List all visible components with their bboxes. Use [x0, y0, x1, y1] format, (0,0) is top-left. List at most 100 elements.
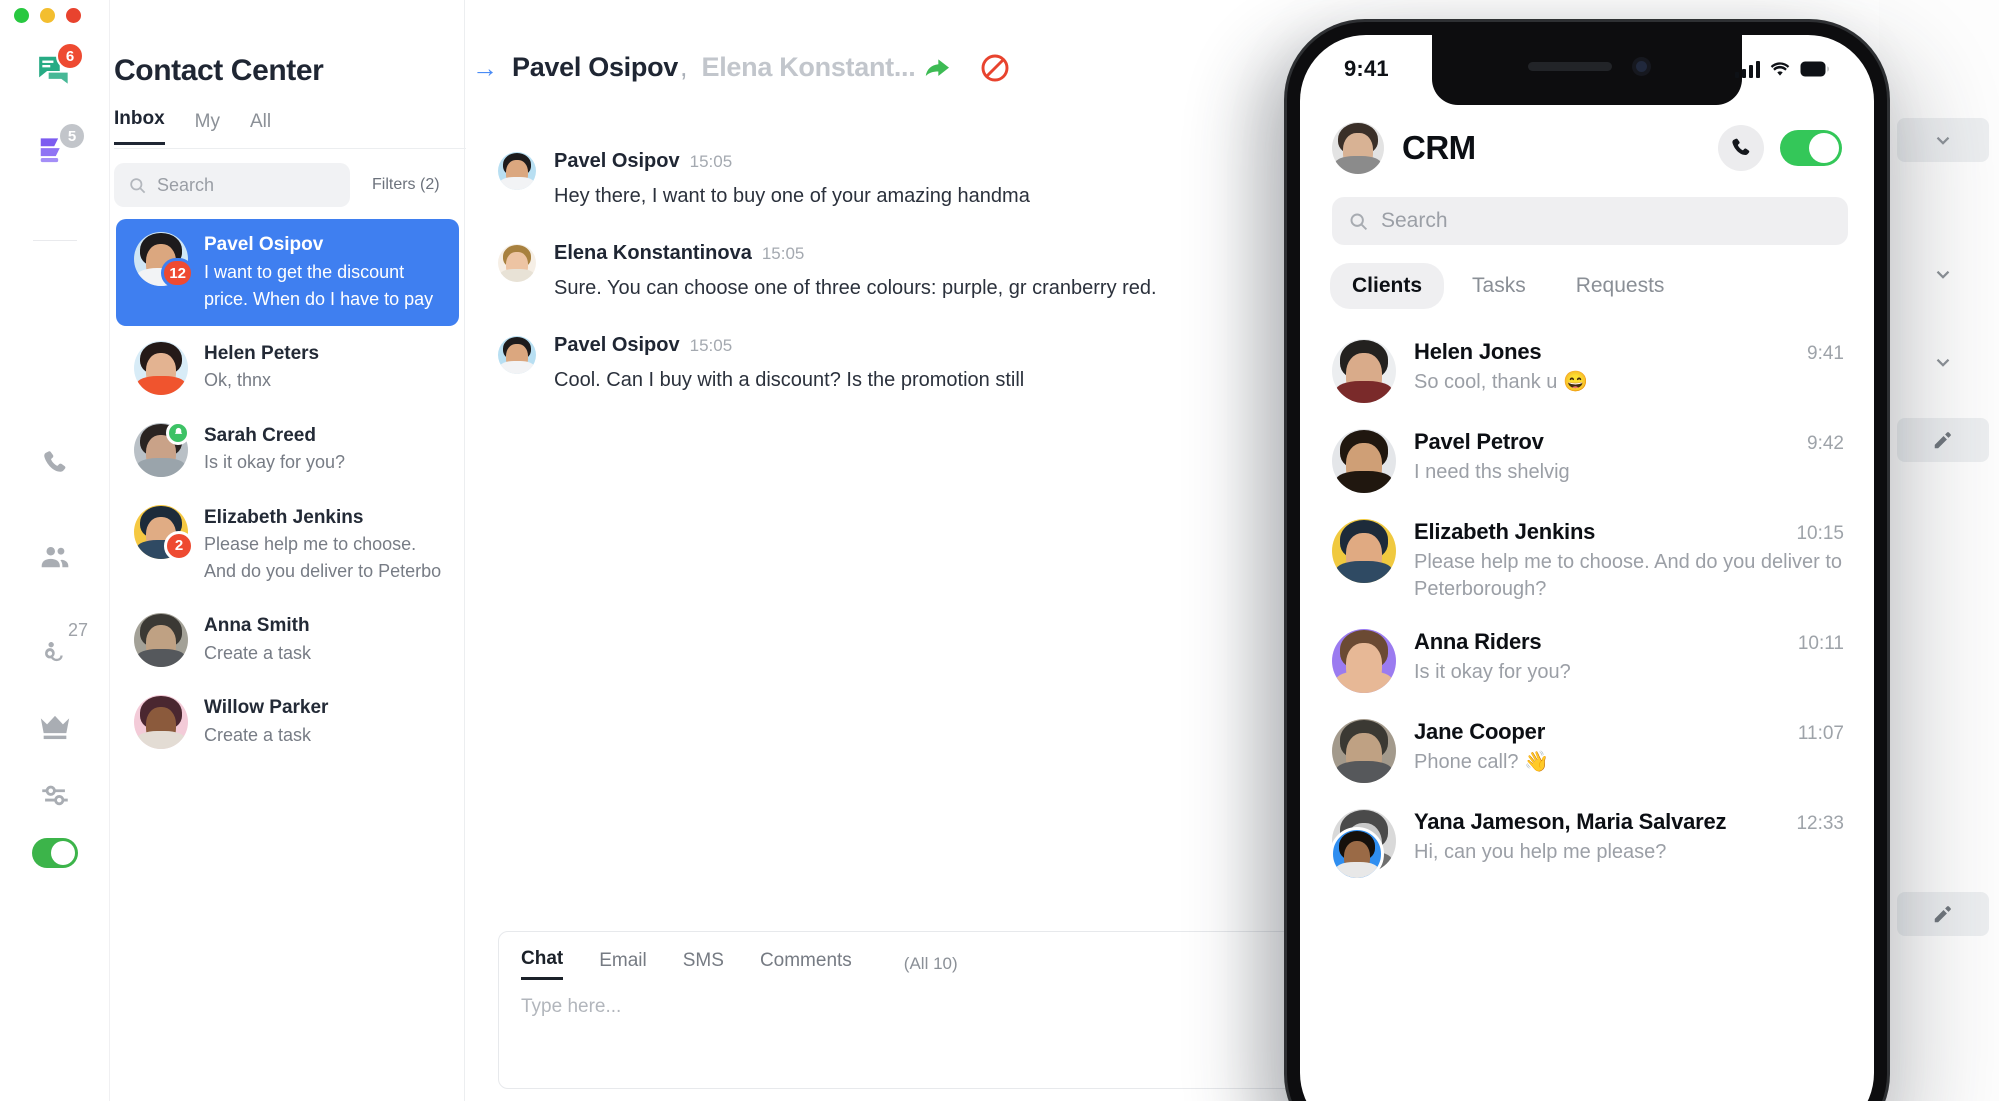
phone-icon	[1732, 138, 1750, 155]
avatar	[498, 244, 536, 282]
app-window: 6 5 27 Contact Center Inbox My All Searc…	[0, 0, 1999, 1101]
phone-tab-clients[interactable]: Clients	[1330, 263, 1445, 309]
window-close-icon[interactable]	[14, 8, 29, 23]
composer-tab-chat[interactable]: Chat	[521, 948, 564, 980]
forward-icon[interactable]	[921, 52, 953, 84]
message-text: Cool. Can I buy with a discount? Is the …	[554, 369, 1025, 391]
tab-inbox[interactable]: Inbox	[114, 108, 165, 145]
message-author: Pavel Osipov	[554, 150, 680, 172]
avatar	[1332, 429, 1396, 493]
list-item-name: Sarah Creed	[204, 424, 316, 446]
chevron-down-icon	[1936, 358, 1950, 367]
list-item-time: 11:07	[1797, 723, 1844, 744]
list-item-name: Helen Peters	[204, 342, 320, 364]
list-item[interactable]: 12 Pavel Osipov I want to get the discou…	[116, 219, 459, 326]
rail-badge-leads: 27	[67, 619, 88, 640]
list-item[interactable]: Anna Riders 10:11 Is it okay for you?	[1300, 617, 1874, 707]
composer-tab-comments[interactable]: Comments	[760, 950, 852, 979]
list-item-message: Hi, can you help me please?	[1414, 841, 1667, 863]
avatar	[498, 152, 536, 190]
phone-icon	[44, 451, 66, 472]
phone-call-button[interactable]	[1718, 125, 1764, 171]
rail-item-settings[interactable]	[0, 772, 110, 818]
phone-header: CRM	[1300, 109, 1874, 187]
rail-item-online-toggle[interactable]	[0, 830, 110, 876]
search-input[interactable]: Search	[114, 163, 350, 207]
search-row: Search Filters (2)	[114, 163, 465, 207]
phone-mockup: 9:41 CRM Search Clients Tasks Requests H…	[1287, 22, 1887, 1101]
list-item-name: Jane Cooper	[1414, 719, 1546, 744]
list-item-message: Phone call? 👋	[1414, 751, 1549, 773]
contact-center-panel: Contact Center Inbox My All Search Filte…	[110, 0, 474, 1101]
chevron-down-icon	[1936, 136, 1950, 145]
details-edit-button[interactable]	[1897, 892, 1989, 936]
phone-client-list[interactable]: Helen Jones 9:41 So cool, thank u 😄 Pave…	[1300, 327, 1874, 1101]
list-item-time: 10:11	[1797, 633, 1844, 654]
rail-item-leads[interactable]: 27	[0, 620, 110, 676]
right-details-panel	[1879, 0, 1999, 1101]
conversation-participant-primary: Pavel Osipov	[512, 52, 678, 82]
window-maximize-icon[interactable]	[66, 8, 81, 23]
rail-item-contacts[interactable]	[0, 535, 110, 581]
rail-item-chat[interactable]: 6	[0, 42, 110, 94]
composer-tab-sms[interactable]: SMS	[683, 950, 724, 979]
block-icon[interactable]	[979, 52, 1011, 84]
message-time: 15:05	[761, 244, 805, 263]
settings-sliders-icon	[42, 785, 68, 806]
incoming-arrow-icon: →	[472, 52, 498, 83]
list-item[interactable]: Jane Cooper 11:07 Phone call? 👋	[1300, 707, 1874, 797]
filters-button[interactable]: Filters (2)	[372, 176, 440, 194]
rail-item-crown[interactable]	[0, 705, 110, 751]
list-item-name: Helen Jones	[1414, 339, 1542, 364]
list-item[interactable]: Sarah Creed Is it okay for you?	[116, 410, 459, 490]
rail-item-phone[interactable]	[0, 440, 110, 486]
status-time: 9:41	[1344, 56, 1389, 81]
phone-tab-requests[interactable]: Requests	[1554, 263, 1687, 309]
conversation-list[interactable]: 12 Pavel Osipov I want to get the discou…	[110, 219, 465, 1101]
tab-all[interactable]: All	[250, 111, 271, 145]
list-item-message: I want to get the discount price. When d…	[204, 261, 434, 309]
list-item-message: Please help me to choose. And do you del…	[204, 534, 442, 582]
list-item[interactable]: Pavel Petrov 9:42 I need ths shelvig	[1300, 417, 1874, 507]
window-minimize-icon[interactable]	[40, 8, 55, 23]
edit-pencil-icon	[1934, 906, 1951, 923]
rail-divider	[33, 240, 77, 241]
composer-tab-email[interactable]: Email	[599, 950, 647, 979]
window-traffic-lights[interactable]	[14, 8, 81, 23]
list-item-name: Pavel Petrov	[1414, 429, 1544, 454]
list-item[interactable]: Willow Parker Create a task	[116, 682, 459, 762]
chevron-down-icon	[1936, 270, 1950, 279]
list-item[interactable]: Helen Jones 9:41 So cool, thank u 😄	[1300, 327, 1874, 417]
details-section-toggle[interactable]	[1897, 252, 1989, 296]
list-item-message: Please help me to choose. And do you del…	[1414, 551, 1843, 600]
phone-app-title: CRM	[1402, 129, 1476, 166]
signal-bars-icon	[1735, 60, 1760, 78]
avatar[interactable]	[1332, 122, 1384, 174]
tab-my[interactable]: My	[195, 111, 220, 145]
details-edit-button[interactable]	[1897, 418, 1989, 462]
message-author: Elena Konstantinova	[554, 242, 752, 264]
phone-tab-tasks[interactable]: Tasks	[1450, 263, 1548, 309]
participant-separator: ,	[679, 52, 688, 82]
rail-item-deals[interactable]: 5	[0, 122, 110, 174]
details-section-toggle[interactable]	[1897, 118, 1989, 162]
page-title: Contact Center	[114, 54, 324, 87]
phone-search-input[interactable]: Search	[1332, 197, 1848, 245]
composer-all-count[interactable]: (All 10)	[904, 954, 958, 974]
list-item[interactable]: Helen Peters Ok, thnx	[116, 328, 459, 408]
online-toggle[interactable]	[32, 838, 78, 868]
list-item[interactable]: Yana Jameson, Maria Salvarez 12:33 Hi, c…	[1300, 797, 1874, 887]
list-item[interactable]: Elizabeth Jenkins 10:15 Please help me t…	[1300, 507, 1874, 617]
list-item-name: Anna Smith	[204, 615, 310, 637]
avatar	[134, 613, 188, 668]
phone-availability-toggle[interactable]	[1780, 130, 1842, 166]
tabs-divider	[114, 148, 474, 149]
list-item[interactable]: 2 Elizabeth Jenkins Please help me to ch…	[116, 492, 459, 599]
avatar	[134, 420, 190, 477]
list-item[interactable]: Anna Smith Create a task	[116, 600, 459, 680]
phone-search-placeholder: Search	[1381, 209, 1448, 232]
details-section-toggle[interactable]	[1897, 340, 1989, 384]
avatar	[134, 695, 188, 750]
wifi-icon	[1770, 62, 1790, 76]
avatar	[1332, 519, 1396, 583]
